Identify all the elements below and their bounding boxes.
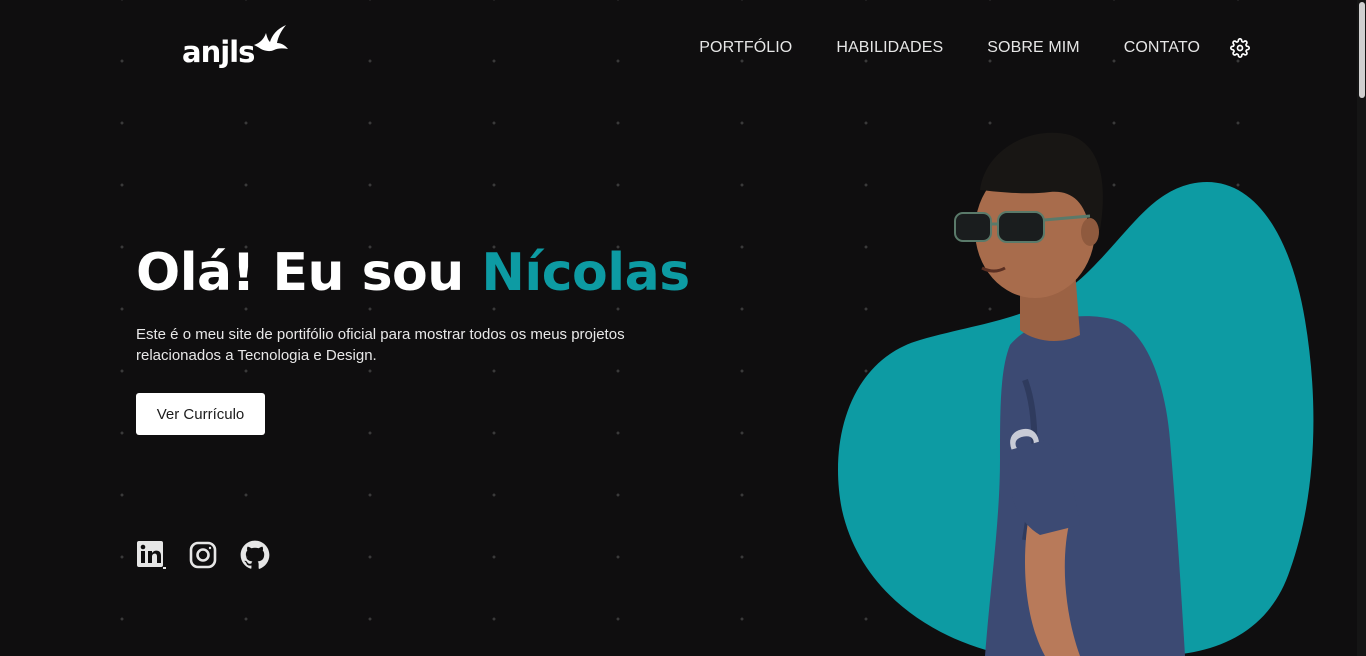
hero-greeting: Olá! Eu sou (136, 243, 482, 303)
hero-title: Olá! Eu sou Nícolas (136, 246, 690, 301)
portfolio-page: anjls PORTFÓLIO HABILIDADES SOBRE MIM CO… (0, 0, 1366, 656)
hero-description: Este é o meu site de portifólio oficial … (136, 326, 625, 364)
social-links (136, 540, 292, 570)
nav-habilidades[interactable]: HABILIDADES (836, 39, 943, 57)
nav-portfolio[interactable]: PORTFÓLIO (699, 39, 792, 57)
view-resume-button[interactable]: Ver Currículo (136, 393, 265, 435)
gear-icon[interactable] (1230, 38, 1250, 58)
nav-contato[interactable]: CONTATO (1124, 39, 1200, 57)
logo[interactable]: anjls (182, 16, 290, 67)
person-photo: OK (954, 132, 1185, 656)
instagram-icon[interactable] (188, 540, 218, 570)
github-icon[interactable] (240, 540, 270, 570)
linkedin-icon[interactable] (136, 540, 166, 570)
bird-icon (254, 25, 289, 52)
logo-text: anjls (182, 35, 255, 69)
nav-sobre-mim[interactable]: SOBRE MIM (987, 39, 1079, 57)
hero-name: Nícolas (481, 243, 690, 303)
scrollbar-thumb[interactable] (1359, 2, 1365, 98)
main-nav: PORTFÓLIO HABILIDADES SOBRE MIM CONTATO (699, 38, 1250, 58)
vertical-scrollbar[interactable] (1357, 0, 1366, 656)
